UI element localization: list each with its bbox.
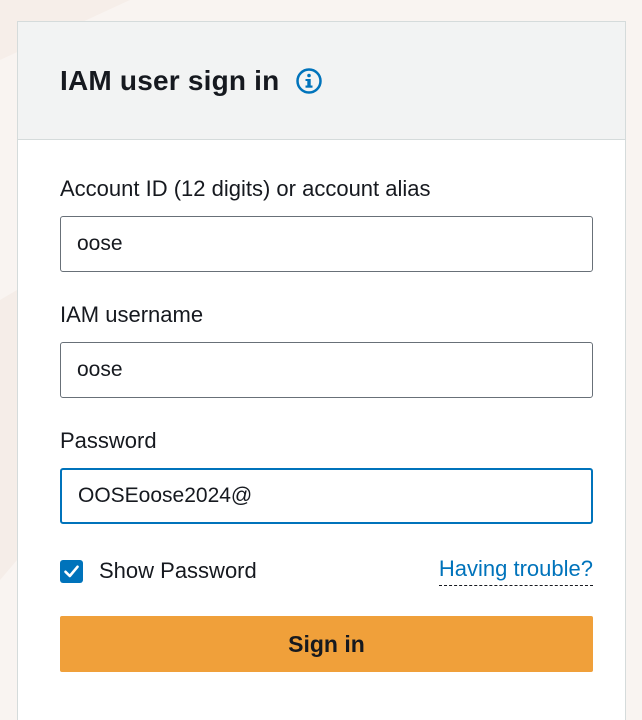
username-label: IAM username (60, 302, 204, 327)
username-input[interactable] (60, 342, 593, 398)
username-field: IAM username (60, 302, 593, 398)
password-field: Password (60, 428, 593, 524)
account-field: Account ID (12 digits) or account alias (60, 176, 593, 272)
card-header: IAM user sign in (18, 22, 625, 140)
page-title: IAM user sign in (60, 64, 280, 96)
password-label: Password (60, 428, 157, 453)
checkmark-icon (64, 565, 79, 577)
show-password-checkbox[interactable] (60, 559, 83, 583)
account-label: Account ID (12 digits) or account alias (60, 176, 431, 201)
sign-in-button[interactable]: Sign in (60, 616, 593, 672)
info-icon[interactable] (295, 67, 323, 95)
password-input[interactable] (60, 468, 593, 524)
options-row: Show Password Having trouble? (60, 556, 593, 586)
sign-in-form: Account ID (12 digits) or account alias … (18, 140, 625, 672)
show-password-toggle[interactable]: Show Password (60, 558, 257, 584)
having-trouble-link[interactable]: Having trouble? (438, 556, 593, 586)
account-input[interactable] (60, 216, 593, 272)
sign-in-card: IAM user sign in Account ID (12 digits) … (17, 21, 626, 720)
show-password-label: Show Password (99, 558, 257, 583)
